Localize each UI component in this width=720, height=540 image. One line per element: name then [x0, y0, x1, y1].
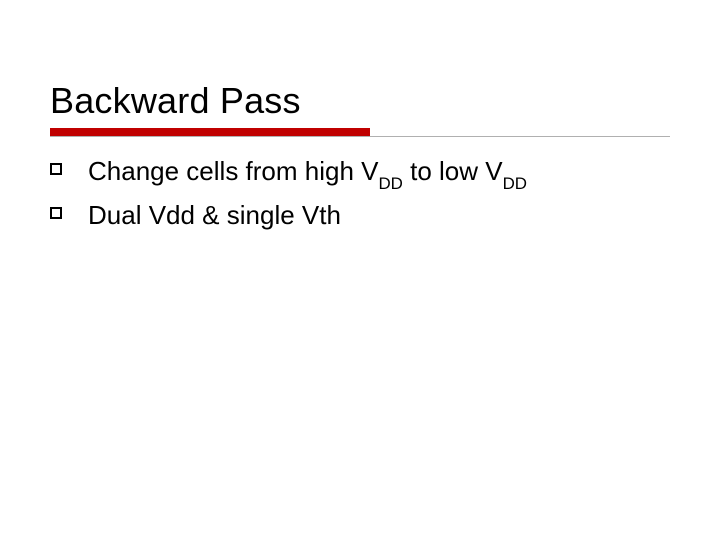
bullet-list: Change cells from high VDD to low VDD Du… [50, 155, 670, 241]
title-underline [50, 128, 670, 137]
slide: Backward Pass Change cells from high VDD… [0, 0, 720, 540]
list-item-text: Dual Vdd & single Vth [88, 199, 341, 241]
list-item-text: Change cells from high VDD to low VDD [88, 155, 527, 197]
text-segment: Dual Vdd & single Vth [88, 200, 341, 230]
text-segment: to low V [403, 156, 503, 186]
list-item: Change cells from high VDD to low VDD [50, 155, 670, 197]
title-underline-red [50, 128, 370, 136]
slide-title: Backward Pass [50, 80, 670, 122]
list-item: Dual Vdd & single Vth [50, 199, 670, 241]
square-bullet-icon [50, 207, 62, 219]
square-bullet-icon [50, 163, 62, 175]
subscript: DD [503, 174, 527, 193]
text-segment: Change cells from high V [88, 156, 378, 186]
subscript: DD [378, 174, 402, 193]
title-underline-grey [50, 136, 670, 137]
